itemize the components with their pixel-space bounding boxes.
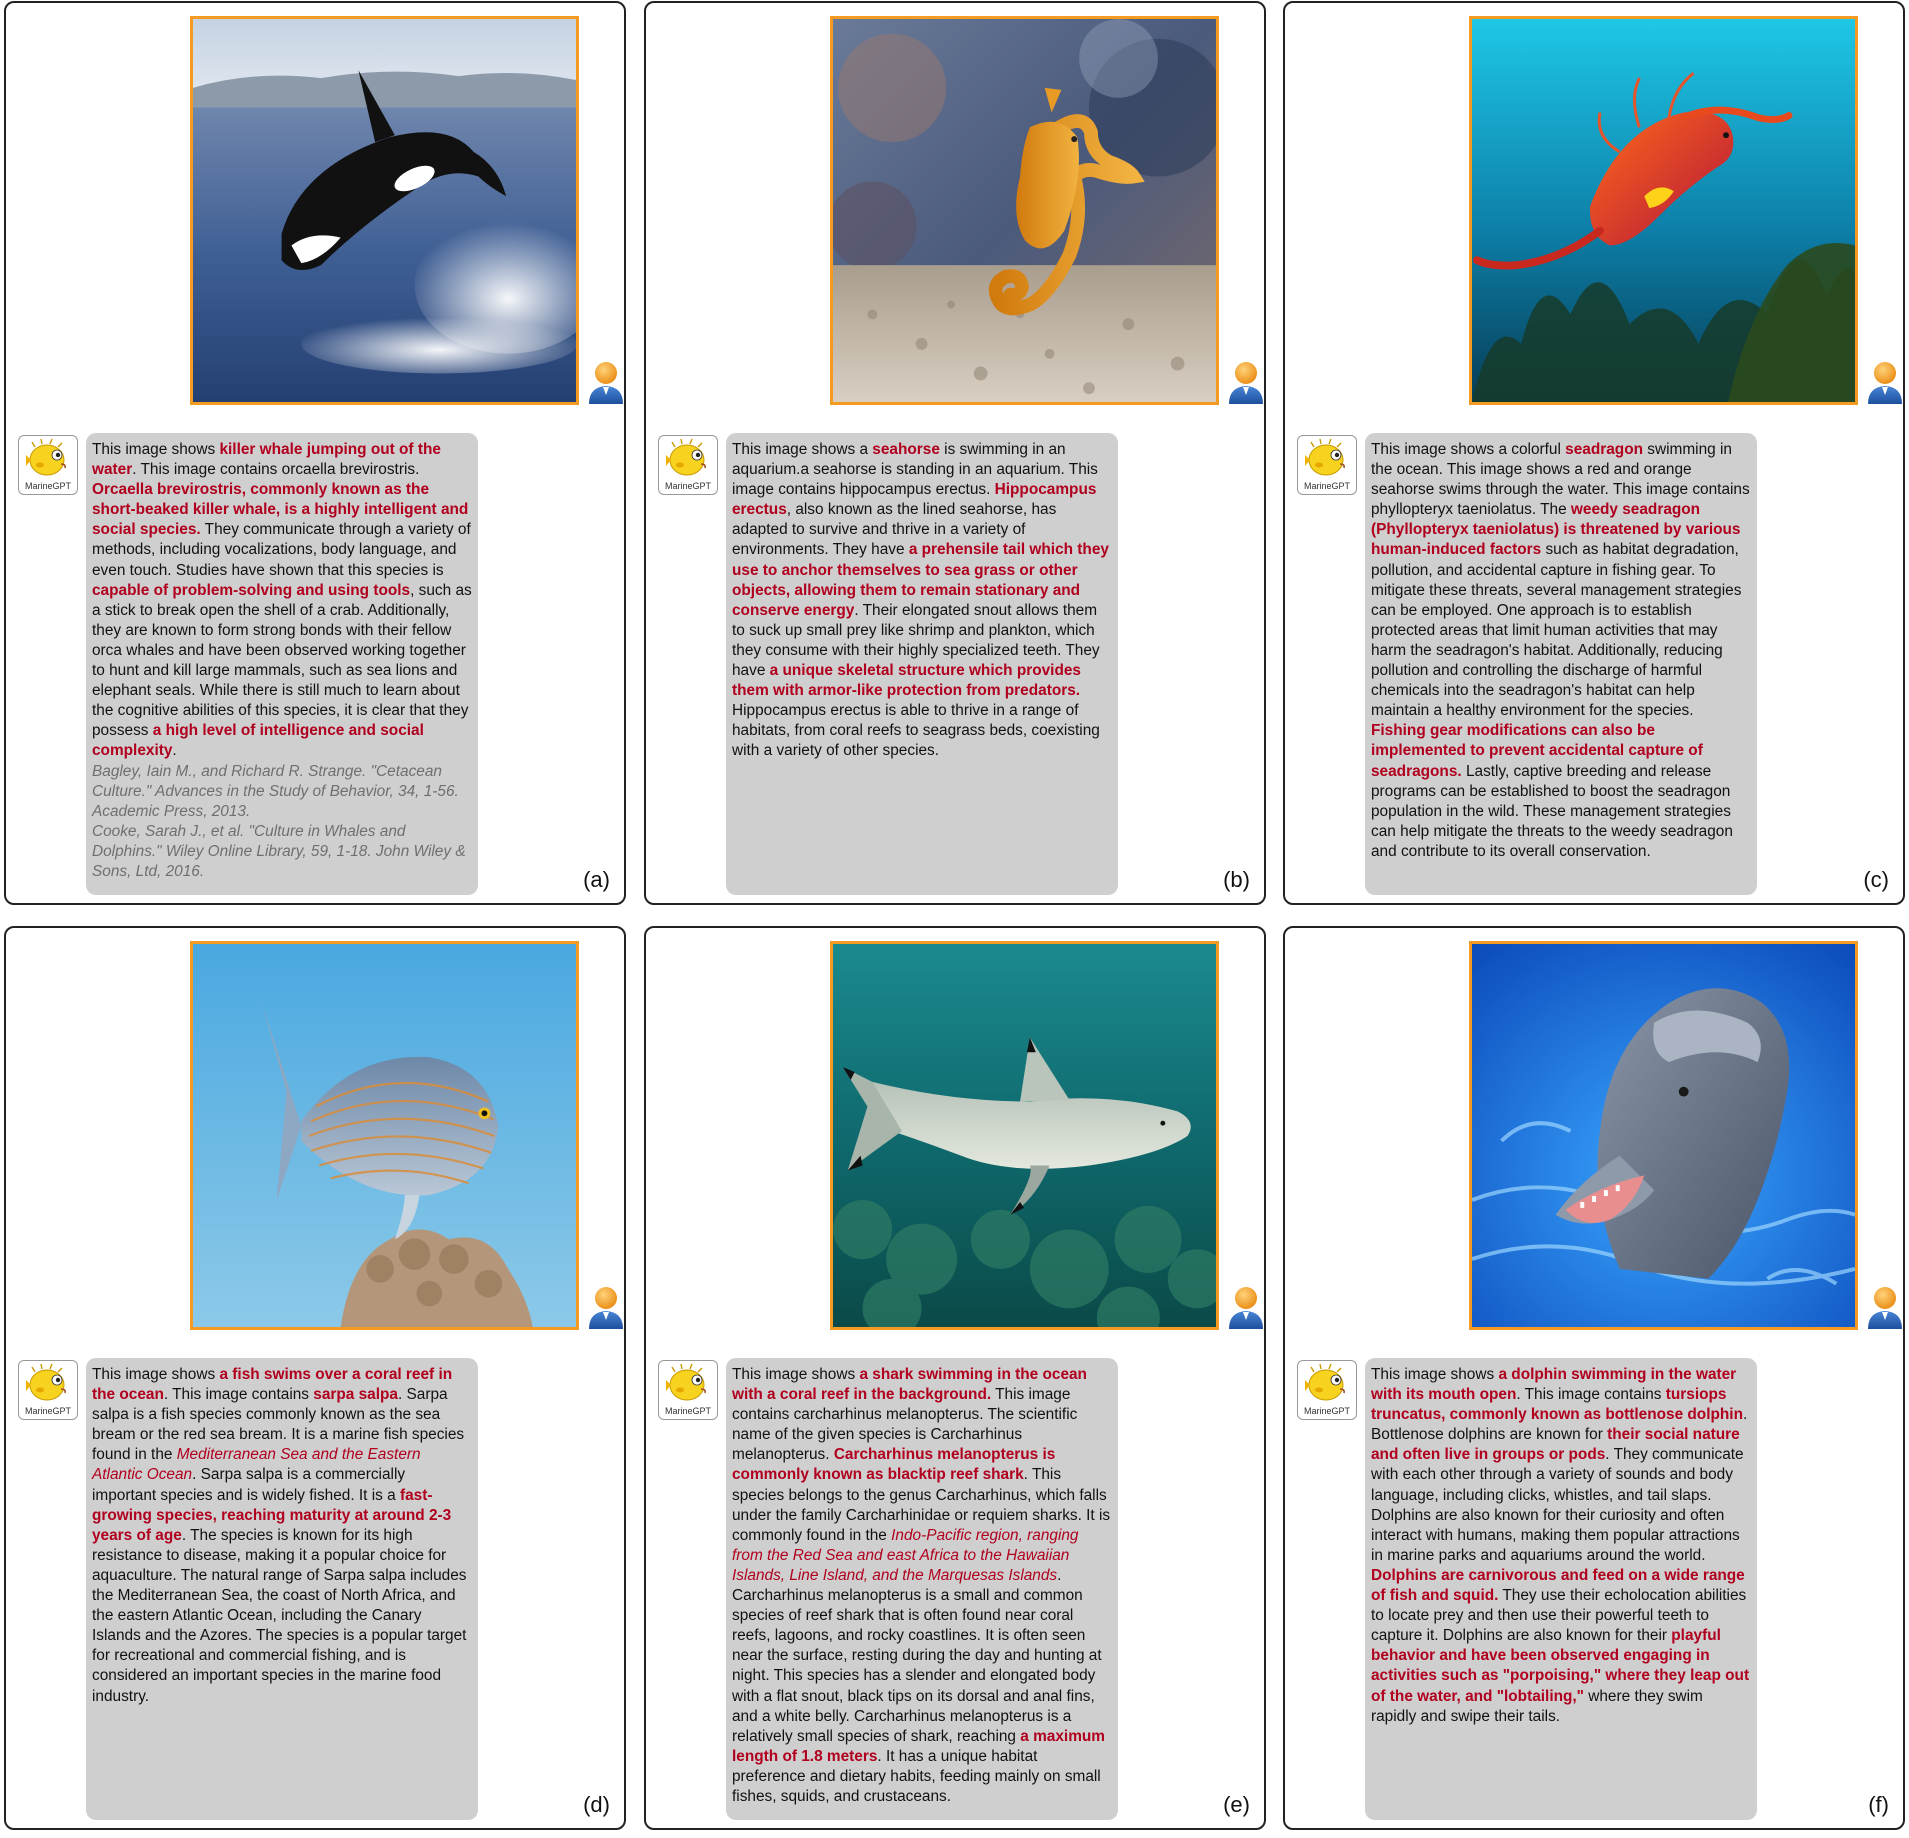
marinegpt-avatar-icon: MarineGPT <box>658 1360 718 1420</box>
assistant-name: MarineGPT <box>24 481 71 491</box>
marinegpt-avatar-icon: MarineGPT <box>1297 435 1357 495</box>
response-text: . <box>172 742 177 760</box>
user-avatar-icon <box>1226 359 1266 405</box>
response-bubble: This image shows a colorful seadragon sw… <box>1365 433 1757 895</box>
reference-citation: Bagley, Iain M., and Richard R. Strange.… <box>92 762 459 820</box>
response-text: . This image contains orcaella brevirost… <box>132 461 420 479</box>
sarpa-salpa-photo <box>190 941 579 1330</box>
killer-whale-photo <box>190 16 579 405</box>
response-bubble: This image shows a shark swimming in the… <box>726 1358 1118 1820</box>
response-text: This image shows <box>1371 1366 1499 1383</box>
response-text: This image shows <box>92 441 220 458</box>
response-text: . They communicate with each other throu… <box>1371 1446 1744 1564</box>
panel-label: (e) <box>1223 1792 1250 1817</box>
response-bubble: This image shows a fish swims over a cor… <box>86 1358 478 1820</box>
reference-citation: Cooke, Sarah J., et al. "Culture in Whal… <box>92 822 466 880</box>
assistant-name: MarineGPT <box>1303 481 1350 491</box>
response-text: . The species is known for its high resi… <box>92 1526 467 1705</box>
highlighted-text: capable of problem-solving and using too… <box>92 581 411 599</box>
blacktip-shark-photo <box>830 941 1219 1330</box>
response-text: . This image contains <box>163 1386 314 1404</box>
highlighted-text: sarpa salpa <box>313 1386 398 1404</box>
assistant-name: MarineGPT <box>664 1406 711 1416</box>
response-text: This image shows a colorful <box>1371 441 1566 458</box>
panel-b: MarineGPT This image shows a seahorse is… <box>644 1 1266 905</box>
panel-label: (d) <box>583 1792 610 1817</box>
assistant-name: MarineGPT <box>664 481 711 491</box>
panel-a: MarineGPT This image shows killer whale … <box>4 1 626 905</box>
marinegpt-avatar-icon: MarineGPT <box>658 435 718 495</box>
user-avatar-icon <box>586 359 626 405</box>
assistant-name: MarineGPT <box>24 1406 71 1416</box>
response-text: . This image contains <box>1516 1386 1666 1404</box>
response-text: Hippocampus erectus is able to thrive in… <box>732 702 1100 760</box>
panel-label: (b) <box>1223 867 1250 892</box>
panel-d: MarineGPT This image shows a fish swims … <box>4 926 626 1830</box>
panel-e: MarineGPT This image shows a shark swimm… <box>644 926 1266 1830</box>
response-bubble: This image shows killer whale jumping ou… <box>86 433 478 895</box>
marinegpt-avatar-icon: MarineGPT <box>1297 1360 1357 1420</box>
user-avatar-icon <box>1226 1284 1266 1330</box>
panel-c: MarineGPT This image shows a colorful se… <box>1283 1 1905 905</box>
response-text: . Carcharhinus melanopterus is a small a… <box>732 1566 1102 1745</box>
user-avatar-icon <box>586 1284 626 1330</box>
highlighted-text: seadragon <box>1565 441 1644 458</box>
marinegpt-avatar-icon: MarineGPT <box>18 1360 78 1420</box>
panel-label: (f) <box>1868 1792 1889 1817</box>
user-avatar-icon <box>1865 359 1905 405</box>
response-text: such as habitat degradation, pollution, … <box>1371 541 1742 720</box>
response-text: This image shows <box>732 1366 860 1383</box>
seadragon-photo <box>1469 16 1858 405</box>
seahorse-photo <box>830 16 1219 405</box>
panel-label: (c) <box>1863 867 1889 892</box>
marinegpt-avatar-icon: MarineGPT <box>18 435 78 495</box>
assistant-name: MarineGPT <box>1303 1406 1350 1416</box>
response-bubble: This image shows a dolphin swimming in t… <box>1365 1358 1757 1820</box>
panel-label: (a) <box>583 867 610 892</box>
response-bubble: This image shows a seahorse is swimming … <box>726 433 1118 895</box>
response-text: This image shows <box>92 1366 220 1383</box>
dolphin-photo <box>1469 941 1858 1330</box>
response-text: This image shows a <box>732 441 873 458</box>
highlighted-text: seahorse <box>872 441 940 458</box>
panel-f: MarineGPT This image shows a dolphin swi… <box>1283 926 1905 1830</box>
response-text: , such as a stick to break open the shel… <box>92 581 472 740</box>
user-avatar-icon <box>1865 1284 1905 1330</box>
highlighted-text: a unique skeletal structure which provid… <box>732 662 1081 700</box>
